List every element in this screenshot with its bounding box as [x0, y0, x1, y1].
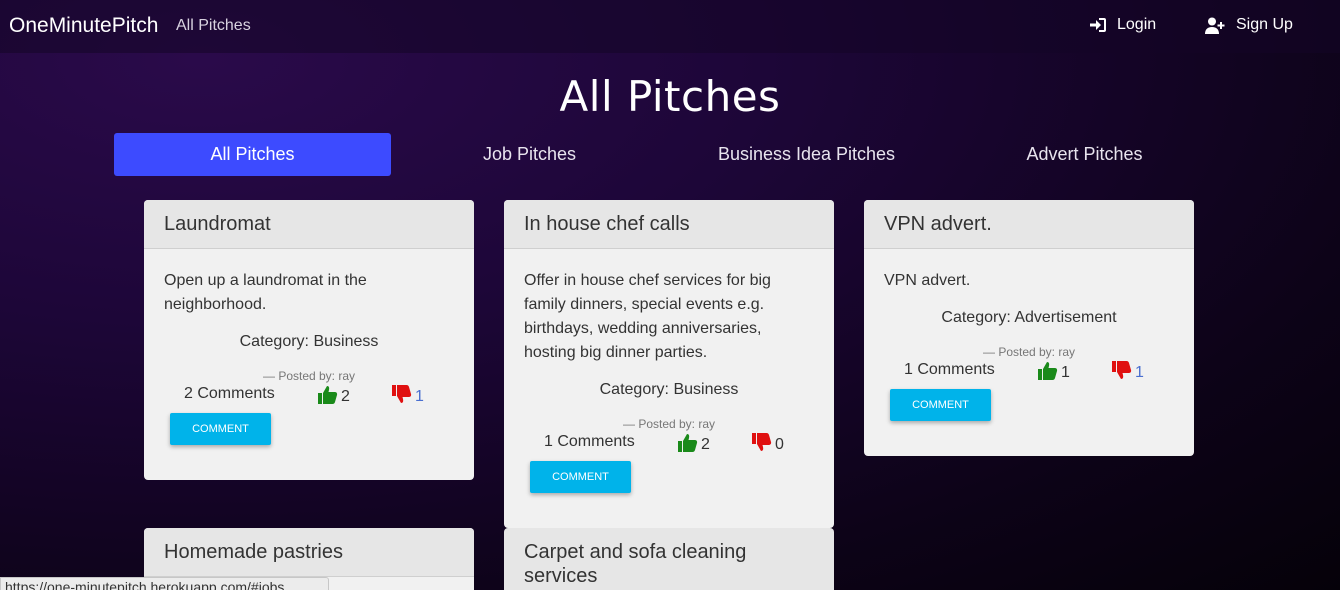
thumbs-up-icon[interactable] [318, 385, 338, 409]
login-icon [1089, 17, 1107, 33]
comment-button[interactable]: COMMENT [890, 389, 991, 421]
thumbs-down-icon[interactable] [392, 385, 412, 409]
upvote-count: 1 [1061, 364, 1070, 381]
tab-advert-pitches[interactable]: Advert Pitches [946, 133, 1223, 176]
downvote-count: 1 [415, 388, 424, 405]
upvote-count: 2 [341, 388, 350, 405]
thumbs-down-icon[interactable] [752, 433, 772, 457]
login-label: Login [1117, 16, 1157, 33]
upvote-count: 2 [701, 436, 710, 453]
signup-label: Sign Up [1236, 16, 1293, 33]
pitch-description: Offer in house chef services for big fam… [524, 272, 771, 361]
pitch-title: Laundromat [144, 200, 474, 249]
login-link[interactable]: Login [1089, 16, 1156, 34]
tab-all-pitches[interactable]: All Pitches [114, 133, 391, 176]
pitch-card: Carpet and sofa cleaning services [504, 528, 834, 590]
pitch-author: — Posted by: ray [982, 345, 1076, 359]
upvote-control[interactable]: 2 [678, 433, 710, 457]
posted-by-label: Posted by: ray [278, 369, 356, 383]
upvote-control[interactable]: 1 [1038, 361, 1070, 385]
downvote-control[interactable]: 0 [752, 433, 784, 457]
user-plus-icon [1205, 17, 1226, 34]
pitch-title: Homemade pastries [144, 528, 474, 577]
tab-job-pitches[interactable]: Job Pitches [391, 133, 668, 176]
pitch-stats: 1 Comments 2 0 [524, 433, 814, 457]
pitch-title: Carpet and sofa cleaning services [504, 528, 834, 590]
pitch-title: In house chef calls [504, 200, 834, 249]
pitch-card: Laundromat Open up a laundromat in the n… [144, 200, 474, 480]
pitch-card: In house chef calls Offer in house chef … [504, 200, 834, 528]
comments-count[interactable]: 1 Comments [544, 433, 635, 451]
pitch-category: Category: Advertisement [941, 309, 1117, 326]
pitch-description: Open up a laundromat in the neighborhood… [164, 272, 367, 313]
nav-all-pitches-link[interactable]: All Pitches [176, 17, 251, 35]
posted-by-label: Posted by: ray [638, 417, 716, 431]
downvote-control[interactable]: 1 [1112, 361, 1144, 385]
comment-button[interactable]: COMMENT [530, 461, 631, 493]
pitch-card: VPN advert. VPN advert. Category: Advert… [864, 200, 1194, 456]
browser-status-url: https://one-minutepitch.herokuapp.com/#j… [0, 577, 329, 590]
comment-button[interactable]: COMMENT [170, 413, 271, 445]
pitch-title: VPN advert. [864, 200, 1194, 249]
downvote-count: 0 [775, 436, 784, 453]
brand-logo[interactable]: OneMinutePitch [9, 14, 158, 38]
pitch-category: Category: Business [599, 381, 739, 398]
comments-count[interactable]: 1 Comments [904, 361, 995, 379]
pitch-author: — Posted by: ray [622, 417, 716, 431]
comments-count[interactable]: 2 Comments [184, 385, 275, 403]
thumbs-down-icon[interactable] [1112, 361, 1132, 385]
upvote-control[interactable]: 2 [318, 385, 350, 409]
downvote-control[interactable]: 1 [392, 385, 424, 409]
pitch-author: — Posted by: ray [262, 369, 356, 383]
pitch-category: Category: Business [239, 333, 379, 350]
thumbs-up-icon[interactable] [1038, 361, 1058, 385]
thumbs-up-icon[interactable] [678, 433, 698, 457]
page-title: All Pitches [559, 72, 781, 121]
pitch-description: VPN advert. [884, 272, 971, 289]
tab-business-idea-pitches[interactable]: Business Idea Pitches [668, 133, 945, 176]
signup-link[interactable]: Sign Up [1205, 16, 1293, 34]
posted-by-label: Posted by: ray [998, 345, 1076, 359]
top-navbar: OneMinutePitch All Pitches Login Sign Up [0, 0, 1340, 53]
pitch-stats: 1 Comments 1 1 [884, 361, 1174, 385]
downvote-count: 1 [1135, 364, 1144, 381]
pitch-stats: 2 Comments 2 1 [164, 385, 454, 409]
